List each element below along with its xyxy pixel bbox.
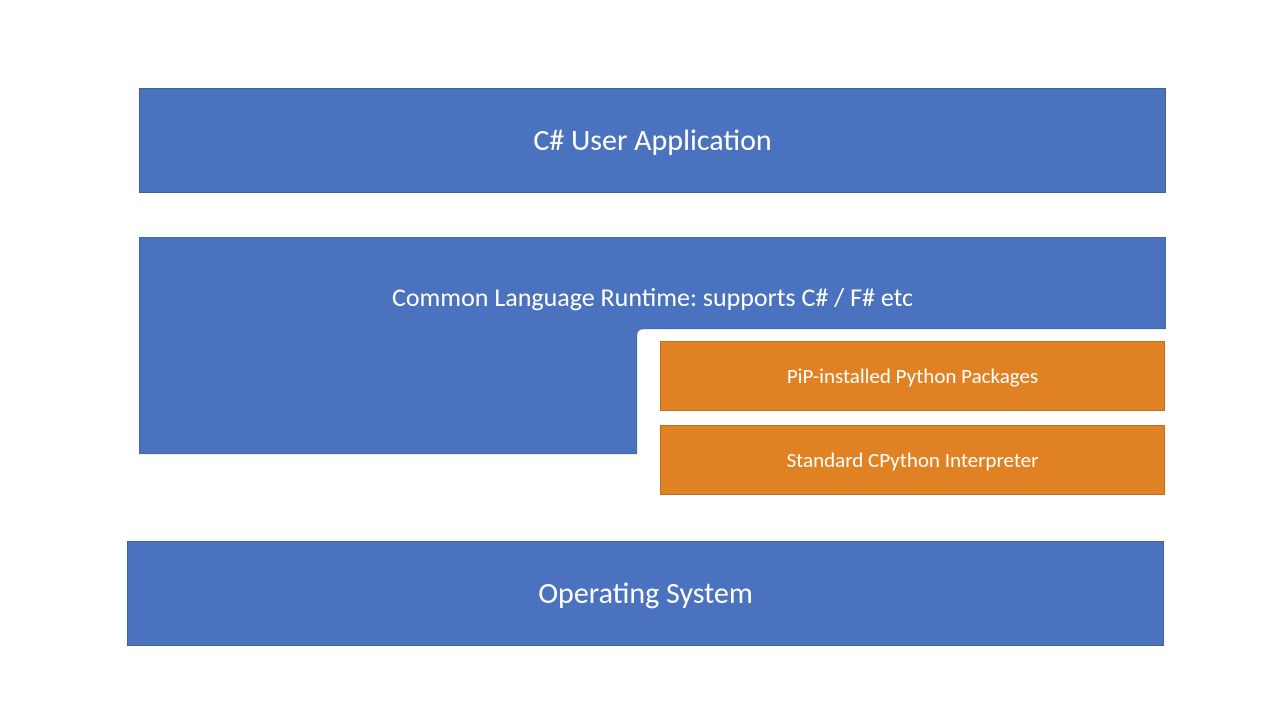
layer-cpython-label: Standard CPython Interpreter <box>787 447 1039 473</box>
layer-pip-packages: PiP-installed Python Packages <box>660 341 1165 411</box>
layer-pip-packages-label: PiP-installed Python Packages <box>787 363 1038 389</box>
layer-operating-system-label: Operating System <box>538 575 753 612</box>
layer-user-application: C# User Application <box>139 88 1166 193</box>
layer-user-application-label: C# User Application <box>533 122 771 159</box>
layer-clr-label: Common Language Runtime: supports C# / F… <box>139 281 1166 313</box>
layer-operating-system: Operating System <box>127 541 1164 646</box>
layer-cpython: Standard CPython Interpreter <box>660 425 1165 495</box>
